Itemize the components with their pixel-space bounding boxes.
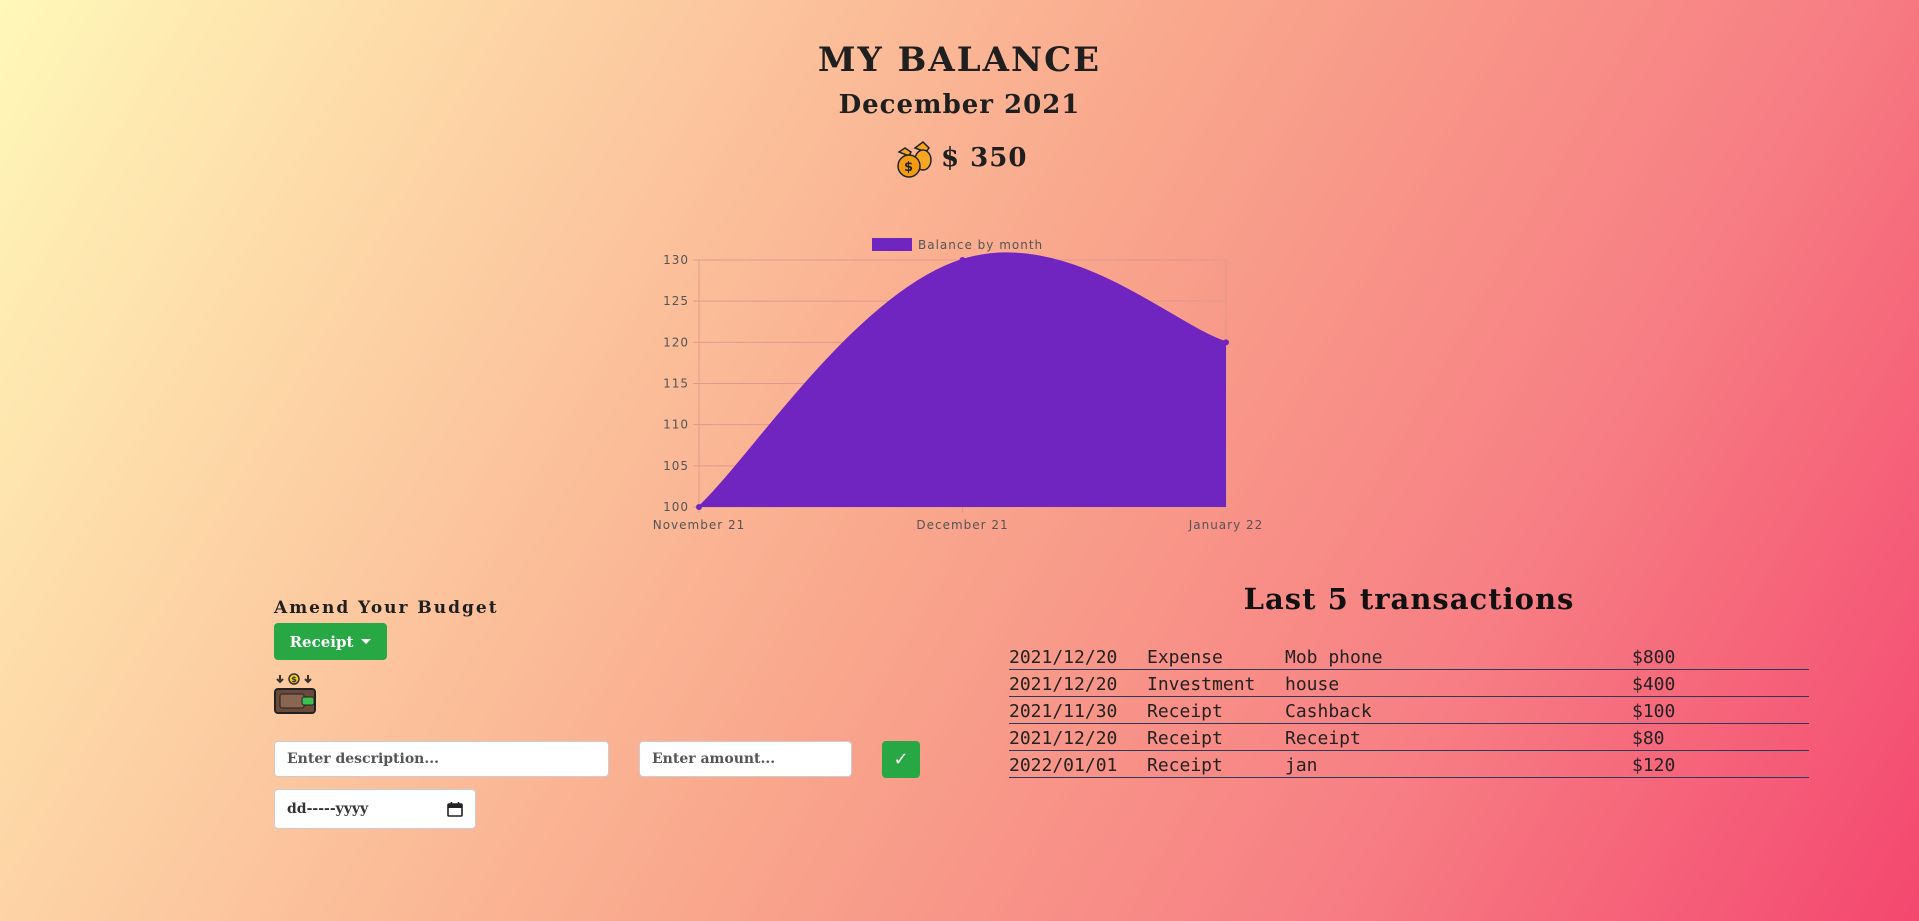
transaction-amount: $80 (1632, 723, 1809, 751)
amount-input[interactable] (639, 741, 852, 777)
transaction-type-label: Receipt (289, 632, 354, 651)
transaction-date: 2021/12/20 (1009, 643, 1147, 670)
table-row: 2021/12/20 Expense Mob phone $800 (1009, 643, 1809, 670)
y-tick-label: 120 (663, 335, 689, 349)
x-tick-label: November 21 (653, 518, 746, 532)
table-row: 2021/11/30 Receipt Cashback $100 (1009, 696, 1809, 724)
page-title: MY BALANCE (817, 40, 1102, 80)
transaction-date: 2021/12/20 (1009, 669, 1147, 697)
legend-swatch (872, 238, 912, 251)
transaction-type: Receipt (1147, 723, 1285, 751)
transactions-title: Last 5 transactions (1243, 582, 1575, 616)
x-axis: November 21 December 21 January 22 (653, 518, 1264, 532)
table-row: 2021/12/20 Receipt Receipt $80 (1009, 723, 1809, 751)
transaction-description: Mob phone (1285, 643, 1632, 670)
chart-legend: Balance by month (872, 238, 1043, 252)
x-tick-label: December 21 (916, 518, 1008, 532)
transaction-date: 2021/11/30 (1009, 696, 1147, 724)
transaction-amount: $100 (1632, 696, 1809, 724)
legend-label: Balance by month (918, 238, 1043, 252)
transaction-date: 2021/12/20 (1009, 723, 1147, 751)
chevron-down-icon (361, 639, 372, 644)
transaction-type: Receipt (1147, 696, 1285, 724)
amend-budget-title: Amend Your Budget (274, 598, 499, 618)
y-tick-label: 130 (663, 253, 689, 267)
y-tick-label: 110 (663, 418, 689, 432)
balance-chart: 100 105 110 115 120 125 130 November 21 Decembe… (653, 238, 1264, 532)
data-point (696, 504, 702, 510)
calendar-icon[interactable] (447, 801, 463, 817)
y-tick-label: 105 (663, 459, 689, 473)
y-tick-label: 125 (663, 294, 689, 308)
money-bags-icon: $ (897, 141, 932, 178)
transaction-amount: $800 (1632, 643, 1809, 670)
y-axis: 100 105 110 115 120 125 130 (663, 253, 689, 514)
transaction-type: Investment (1147, 669, 1285, 697)
series-area (699, 253, 1226, 507)
table-row: 2021/12/20 Investment house $400 (1009, 669, 1809, 697)
current-month: December 2021 (838, 90, 1081, 120)
transaction-type: Expense (1147, 643, 1285, 670)
data-point (1223, 339, 1229, 346)
transaction-amount: $120 (1632, 750, 1809, 778)
description-input[interactable] (274, 741, 609, 777)
chart-area (698, 252, 1227, 508)
transaction-description: Receipt (1285, 723, 1632, 751)
svg-text:$: $ (904, 160, 914, 175)
svg-text:$: $ (291, 675, 297, 684)
date-placeholder: dd-----yyyy (287, 801, 369, 817)
transaction-description: Cashback (1285, 696, 1632, 724)
balance-amount: $ 350 (941, 143, 1028, 173)
transaction-type: Receipt (1147, 750, 1285, 778)
date-input[interactable]: dd-----yyyy (274, 789, 476, 829)
submit-button[interactable]: ✓ (882, 741, 920, 778)
transaction-amount: $400 (1632, 669, 1809, 697)
transactions-table: 2021/12/20 Expense Mob phone $800 2021/12/20… (1009, 643, 1809, 778)
table-row: 2022/01/01 Receipt jan $120 (1009, 750, 1809, 778)
x-tick-label: January 22 (1188, 518, 1264, 532)
transaction-description: house (1285, 669, 1632, 697)
wallet-icon: $ (274, 673, 316, 714)
transaction-date: 2022/01/01 (1009, 750, 1147, 778)
y-tick-label: 100 (663, 500, 689, 514)
balance-display: $ $ 350 (893, 138, 1027, 178)
transaction-type-dropdown[interactable]: Receipt (274, 623, 387, 660)
y-tick-label: 115 (663, 377, 689, 391)
transaction-description: jan (1285, 750, 1632, 778)
data-point (959, 257, 966, 263)
